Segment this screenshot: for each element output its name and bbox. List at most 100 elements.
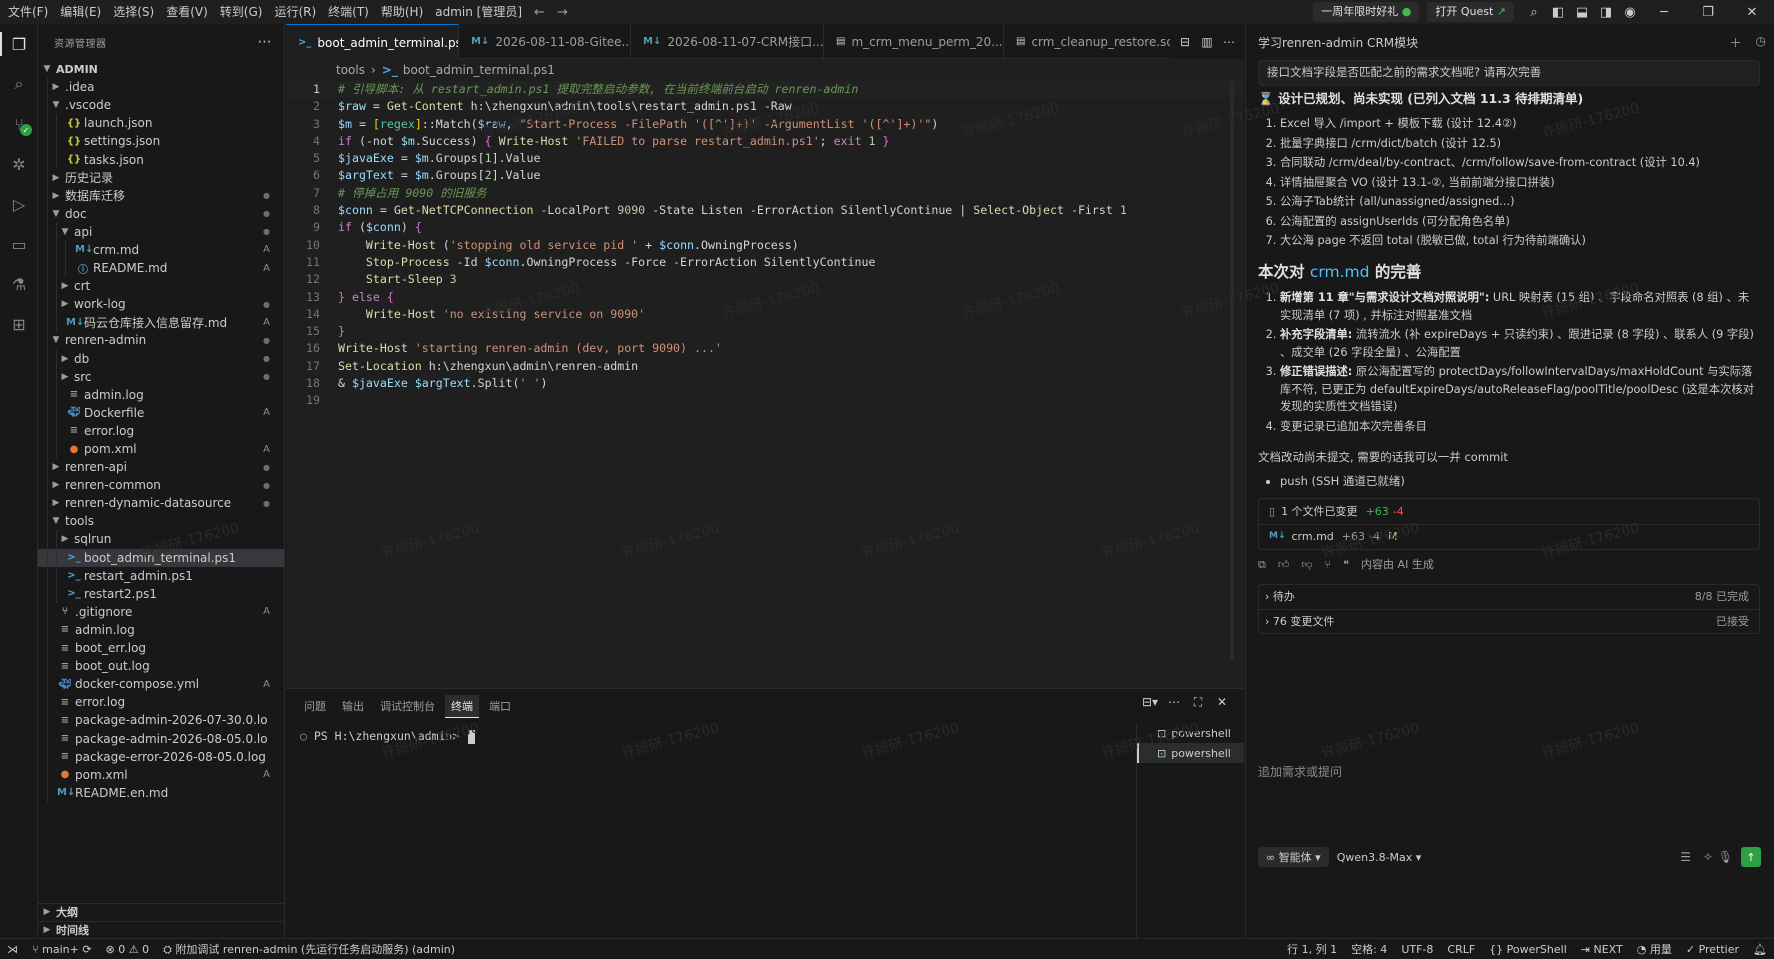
new-chat-icon[interactable]: ＋ bbox=[1730, 34, 1742, 51]
close-panel-icon[interactable]: ✕ bbox=[1210, 695, 1234, 710]
folder-item[interactable]: ▶ sqlrun bbox=[38, 530, 284, 549]
folder-item[interactable]: ▶ 数据库迁移 ● bbox=[38, 186, 284, 205]
folder-item[interactable]: ▶ renren-dynamic-datasource ● bbox=[38, 494, 284, 513]
prettier-status[interactable]: ✓ Prettier bbox=[1679, 943, 1746, 956]
panel-tab[interactable]: 调试控制台 bbox=[374, 695, 441, 717]
split-editor-icon[interactable]: ⊟ bbox=[1174, 35, 1196, 49]
file-item[interactable]: ≡ error.log bbox=[38, 693, 284, 712]
file-item[interactable]: {} launch.json bbox=[38, 114, 284, 133]
file-item[interactable]: ● pom.xml A bbox=[38, 439, 284, 459]
explorer-icon[interactable]: ❐ bbox=[0, 24, 38, 64]
source-control-icon[interactable]: ⑂ ✓ bbox=[0, 104, 38, 144]
file-item[interactable]: ⑂ .gitignore A bbox=[38, 602, 284, 621]
file-item[interactable]: ≡ admin.log bbox=[38, 620, 284, 639]
menu-item[interactable]: 查看(V) bbox=[162, 0, 216, 24]
panel-tab[interactable]: 终端 bbox=[445, 694, 479, 718]
editor-tab[interactable]: M↓ 2026-08-11-08-Gitee....md bbox=[459, 24, 631, 59]
folder-item[interactable]: ▼ renren-admin ● bbox=[38, 331, 284, 350]
folder-item[interactable]: ▶ crt bbox=[38, 277, 284, 296]
run-debug-icon[interactable]: ▷ bbox=[0, 184, 38, 224]
terminal[interactable]: ○ PS H:\zhengxun\admin> bbox=[286, 729, 1136, 929]
file-item[interactable]: ● pom.xml A bbox=[38, 765, 284, 784]
folder-item[interactable]: ▶ 历史记录 bbox=[38, 168, 284, 187]
folder-item[interactable]: ▼ doc ● bbox=[38, 204, 284, 223]
panel-tab[interactable]: 输出 bbox=[336, 695, 370, 717]
menu-item[interactable]: 文件(F) bbox=[4, 0, 56, 24]
extensions-icon[interactable]: ✲ bbox=[0, 144, 38, 184]
testing-icon[interactable]: ⚗ bbox=[0, 264, 38, 304]
menu-item[interactable]: 编辑(E) bbox=[56, 0, 109, 24]
restore-icon[interactable]: ❐ bbox=[1686, 0, 1730, 24]
editor-scrollbar[interactable] bbox=[1230, 81, 1234, 661]
language-mode[interactable]: {} PowerShell bbox=[1482, 943, 1574, 956]
promo-badge[interactable]: 一周年限时好礼 ● bbox=[1313, 2, 1420, 22]
send-icon[interactable]: ↑ bbox=[1741, 847, 1761, 867]
file-item[interactable]: ≡ package-admin-2026-07-30.0.log bbox=[38, 711, 284, 730]
menu-item[interactable]: 运行(R) bbox=[270, 0, 324, 24]
debug-status[interactable]: ⛭ 附加调试 renren-admin (先运行任务启动服务) (admin) bbox=[156, 941, 462, 957]
extensions-grid-icon[interactable]: ⊞ bbox=[0, 304, 38, 344]
changed-file-row[interactable]: M↓ crm.md +63 -4 M bbox=[1259, 524, 1759, 549]
list-icon[interactable]: ☰ bbox=[1680, 850, 1691, 864]
folder-item[interactable]: ▶ renren-api ● bbox=[38, 458, 284, 477]
file-item[interactable]: M↓ README.en.md bbox=[38, 783, 284, 802]
folder-item[interactable]: ▶ src ● bbox=[38, 367, 284, 386]
cursor-position[interactable]: 行 1, 列 1 bbox=[1280, 941, 1344, 957]
panel-tab[interactable]: 问题 bbox=[298, 695, 332, 717]
file-item[interactable]: 🐳︎ docker-compose.yml A bbox=[38, 675, 284, 694]
mic-icon[interactable]: 🎙︎ bbox=[1718, 850, 1733, 864]
usage-status[interactable]: ◔ 用量 bbox=[1630, 941, 1679, 957]
thumbs-up-icon[interactable]: 👍︎ bbox=[1278, 556, 1290, 574]
account-icon[interactable]: ◉ bbox=[1618, 0, 1642, 24]
outline-section[interactable]: ▶ 大纲 bbox=[38, 902, 285, 921]
copy-icon[interactable]: ⧉ bbox=[1258, 556, 1266, 574]
file-item[interactable]: ≡ boot_err.log bbox=[38, 639, 284, 658]
folder-item[interactable]: ▼ api ● bbox=[38, 222, 284, 241]
breadcrumb-file[interactable]: boot_admin_terminal.ps1 bbox=[403, 63, 555, 77]
changes-summary[interactable]: ▯ 1 个文件已变更 +63 -4 bbox=[1259, 499, 1759, 524]
split-terminal-icon[interactable]: ⊟▾ bbox=[1138, 695, 1162, 710]
thumbs-down-icon[interactable]: 👎︎ bbox=[1301, 556, 1312, 574]
terminal-list-item[interactable]: ⊡ powershell bbox=[1137, 723, 1244, 743]
breadcrumb-folder[interactable]: tools bbox=[336, 63, 365, 77]
file-item[interactable]: >_ restart_admin.ps1 bbox=[38, 566, 284, 585]
file-item[interactable]: ≡ boot_out.log bbox=[38, 657, 284, 676]
crm-md-link[interactable]: crm.md bbox=[1310, 263, 1370, 281]
editor-tab[interactable]: ▤ m_crm_menu_perm_20....sql bbox=[824, 24, 1004, 59]
folder-item[interactable]: ▶ .idea bbox=[38, 78, 284, 97]
file-item[interactable]: M↓ crm.md A bbox=[38, 240, 284, 260]
sparkle-icon[interactable]: ✧ bbox=[1703, 850, 1713, 864]
code-editor[interactable]: 1 # 引导脚本: 从 restart_admin.ps1 提取完整启动参数, 在… bbox=[286, 81, 1244, 410]
file-item[interactable]: 🐳︎ Dockerfile A bbox=[38, 403, 284, 422]
editor-tab[interactable]: >_boot_admin_terminal.ps1✕ bbox=[286, 24, 459, 60]
menu-item[interactable]: 终端(T) bbox=[324, 0, 377, 24]
file-item[interactable]: ≡ package-error-2026-08-05.0.log bbox=[38, 747, 284, 766]
next-status[interactable]: ⇥ NEXT bbox=[1574, 943, 1630, 956]
file-item[interactable]: ≡ error.log bbox=[38, 421, 284, 440]
file-item[interactable]: {} tasks.json bbox=[38, 150, 284, 169]
file-item[interactable]: ⓘ README.md A bbox=[38, 259, 284, 278]
layout-icon[interactable]: ▥ bbox=[1196, 35, 1218, 49]
quote-icon[interactable]: ❝ bbox=[1343, 556, 1349, 574]
file-item[interactable]: >_ boot_admin_terminal.ps1 bbox=[38, 548, 284, 567]
toggle-secondary-sidebar-icon[interactable]: ◨ bbox=[1594, 0, 1618, 24]
folder-item[interactable]: ▼ .vscode bbox=[38, 96, 284, 115]
remote-icon[interactable]: ⋊ bbox=[0, 943, 25, 956]
branch-status[interactable]: ⑂ main+ ⟳ bbox=[25, 943, 99, 956]
history-icon[interactable]: ◷ bbox=[1756, 34, 1766, 51]
todo-section[interactable]: › 待办 8/8 已完成 bbox=[1259, 585, 1759, 609]
encoding[interactable]: UTF-8 bbox=[1394, 943, 1440, 956]
editor-tab[interactable]: M↓ 2026-08-11-07-CRM接口....md bbox=[631, 24, 824, 59]
workspace-root[interactable]: ▼ ADMIN bbox=[38, 60, 284, 78]
more-actions-icon[interactable]: ⋯ bbox=[258, 34, 273, 50]
branch-icon[interactable]: ⑂ bbox=[1325, 556, 1332, 574]
open-quest-button[interactable]: 打开 Quest ↗ bbox=[1427, 2, 1514, 22]
agent-mode-select[interactable]: ∞ 智能体 ▾ bbox=[1258, 847, 1329, 867]
remote-explorer-icon[interactable]: ▭ bbox=[0, 224, 38, 264]
chat-input[interactable]: 追加需求或提问 bbox=[1258, 759, 1761, 784]
menu-item[interactable]: 帮助(H) bbox=[377, 0, 431, 24]
back-arrow-icon[interactable]: ← bbox=[534, 5, 545, 20]
editor-tab[interactable]: ▤ crm_cleanup_restore.sql bbox=[1004, 24, 1176, 59]
folder-item[interactable]: ▶ work-log ● bbox=[38, 295, 284, 314]
changed-files-section[interactable]: › 76 变更文件 已接受 bbox=[1259, 609, 1759, 633]
